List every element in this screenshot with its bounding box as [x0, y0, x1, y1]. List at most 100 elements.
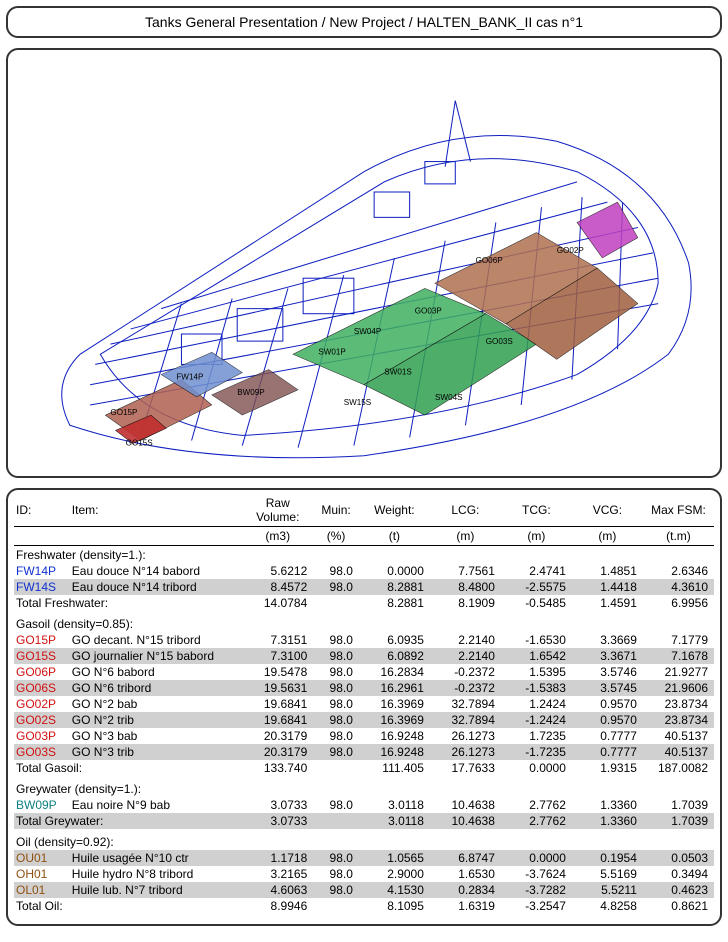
cell-lcg: -0.2372 [430, 680, 501, 696]
cell-muin: 98.0 [313, 648, 359, 664]
col-weight: Weight: [359, 494, 430, 527]
cell-rawvol: 14.0784 [242, 595, 313, 611]
cell-item: Eau noire N°9 bab [70, 797, 242, 813]
tank-table: ID: Item: Raw Volume: Muin: Weight: LCG:… [14, 494, 714, 914]
total-row: Total Gasoil:133.740111.40517.76330.0000… [14, 760, 714, 776]
cell-rawvol: 19.6841 [242, 712, 313, 728]
cell-vcg: 1.3360 [572, 813, 643, 829]
cell-lcg: 32.7894 [430, 712, 501, 728]
cell-weight: 16.2834 [359, 664, 430, 680]
cell-vcg: 3.3671 [572, 648, 643, 664]
ship-wireframe[interactable]: GO06P GO03P GO02P GO03S SW04P SW01P SW01… [8, 50, 720, 476]
cell-lcg: 8.4800 [430, 579, 501, 595]
cell-maxfsm: 0.4623 [643, 882, 714, 898]
cell-vcg: 3.3669 [572, 632, 643, 648]
cell-tcg: -0.5485 [501, 595, 572, 611]
cell-lcg: 26.1273 [430, 728, 501, 744]
cell-rawvol: 20.3179 [242, 744, 313, 760]
viz-label-sw04p: SW04P [354, 327, 382, 336]
group-label: Freshwater (density=1.): [14, 546, 714, 564]
cell-rawvol: 8.4572 [242, 579, 313, 595]
cell-vcg: 1.9315 [572, 760, 643, 776]
cell-muin: 98.0 [313, 664, 359, 680]
cell-lcg: 32.7894 [430, 696, 501, 712]
cell-weight: 16.9248 [359, 744, 430, 760]
table-row[interactable]: OU01Huile usagée N°10 ctr1.171898.01.056… [14, 850, 714, 866]
cell-weight: 3.0118 [359, 797, 430, 813]
cell-muin [313, 813, 359, 829]
cell-lcg: 10.4638 [430, 813, 501, 829]
visualization-panel[interactable]: GO06P GO03P GO02P GO03S SW04P SW01P SW01… [6, 48, 722, 478]
table-row[interactable]: GO06SGO N°6 tribord19.563198.016.2961-0.… [14, 680, 714, 696]
table-row[interactable]: GO02SGO N°2 trib19.684198.016.396932.789… [14, 712, 714, 728]
col-item: Item: [70, 494, 242, 527]
cell-muin: 98.0 [313, 797, 359, 813]
cell-tcg: -3.7624 [501, 866, 572, 882]
cell-weight: 16.9248 [359, 728, 430, 744]
cell-rawvol: 3.0733 [242, 797, 313, 813]
total-row: Total Greywater:3.07333.011810.46382.776… [14, 813, 714, 829]
table-row[interactable]: OH01Huile hydro N°8 tribord3.216598.02.9… [14, 866, 714, 882]
cell-rawvol: 8.9946 [242, 898, 313, 914]
cell-id: OH01 [14, 866, 70, 882]
cell-tcg: 0.0000 [501, 850, 572, 866]
cell-weight: 6.0892 [359, 648, 430, 664]
table-row[interactable]: OL01Huile lub. N°7 tribord4.606398.04.15… [14, 882, 714, 898]
cell-lcg: 26.1273 [430, 744, 501, 760]
col-tcg-unit: (m) [501, 527, 572, 546]
col-rawvol-unit: (m3) [242, 527, 313, 546]
cell-vcg: 1.4851 [572, 563, 643, 579]
viz-label-go06p: GO06P [476, 256, 503, 265]
table-row[interactable]: FW14SEau douce N°14 tribord8.457298.08.2… [14, 579, 714, 595]
cell-vcg: 0.7777 [572, 728, 643, 744]
cell-rawvol: 7.3100 [242, 648, 313, 664]
table-row[interactable]: BW09PEau noire N°9 bab3.073398.03.011810… [14, 797, 714, 813]
table-row[interactable]: GO15SGO journalier N°15 babord7.310098.0… [14, 648, 714, 664]
cell-id: GO06P [14, 664, 70, 680]
cell-id: GO06S [14, 680, 70, 696]
table-row[interactable]: GO15PGO decant. N°15 tribord7.315198.06.… [14, 632, 714, 648]
cell-tcg: -1.5383 [501, 680, 572, 696]
cell-maxfsm: 0.3494 [643, 866, 714, 882]
cell-tcg: -1.6530 [501, 632, 572, 648]
viz-label-go15p: GO15P [110, 408, 137, 417]
cell-muin [313, 898, 359, 914]
cell-rawvol: 5.6212 [242, 563, 313, 579]
table-row[interactable]: FW14PEau douce N°14 babord5.621298.00.00… [14, 563, 714, 579]
cell-rawvol: 7.3151 [242, 632, 313, 648]
table-row[interactable]: GO02PGO N°2 bab19.684198.016.396932.7894… [14, 696, 714, 712]
viz-label-sw04s: SW04S [435, 393, 463, 402]
cell-item: GO N°3 bab [70, 728, 242, 744]
cell-maxfsm: 187.0082 [643, 760, 714, 776]
cell-id: GO02S [14, 712, 70, 728]
cell-tcg: 1.7235 [501, 728, 572, 744]
group-label: Oil (density=0.92): [14, 829, 714, 850]
cell-maxfsm: 7.1779 [643, 632, 714, 648]
table-row[interactable]: GO03SGO N°3 trib20.317998.016.924826.127… [14, 744, 714, 760]
cell-item: GO N°6 tribord [70, 680, 242, 696]
cell-rawvol: 19.6841 [242, 696, 313, 712]
cell-vcg: 1.3360 [572, 797, 643, 813]
cell-id: FW14P [14, 563, 70, 579]
cell-tcg: 1.5395 [501, 664, 572, 680]
cell-id: FW14S [14, 579, 70, 595]
cell-muin: 98.0 [313, 680, 359, 696]
page-title: Tanks General Presentation / New Project… [145, 14, 583, 30]
cell-vcg: 5.5169 [572, 866, 643, 882]
cell-rawvol: 4.6063 [242, 882, 313, 898]
cell-item: GO N°3 trib [70, 744, 242, 760]
table-row[interactable]: GO06PGO N°6 babord19.547898.016.2834-0.2… [14, 664, 714, 680]
cell-rawvol: 3.0733 [242, 813, 313, 829]
cell-item: GO N°2 bab [70, 696, 242, 712]
cell-tcg: 1.2424 [501, 696, 572, 712]
viz-label-go03s: GO03S [486, 337, 514, 346]
viz-label-bw09p: BW09P [237, 388, 265, 397]
table-row[interactable]: GO03PGO N°3 bab20.317998.016.924826.1273… [14, 728, 714, 744]
group-label: Greywater (density=1.): [14, 776, 714, 797]
cell-item: Eau douce N°14 babord [70, 563, 242, 579]
cell-total-label: Total Gasoil: [14, 760, 242, 776]
cell-tcg: -2.5575 [501, 579, 572, 595]
viz-label-go03p: GO03P [415, 307, 442, 316]
cell-muin: 98.0 [313, 728, 359, 744]
cell-item: GO N°6 babord [70, 664, 242, 680]
